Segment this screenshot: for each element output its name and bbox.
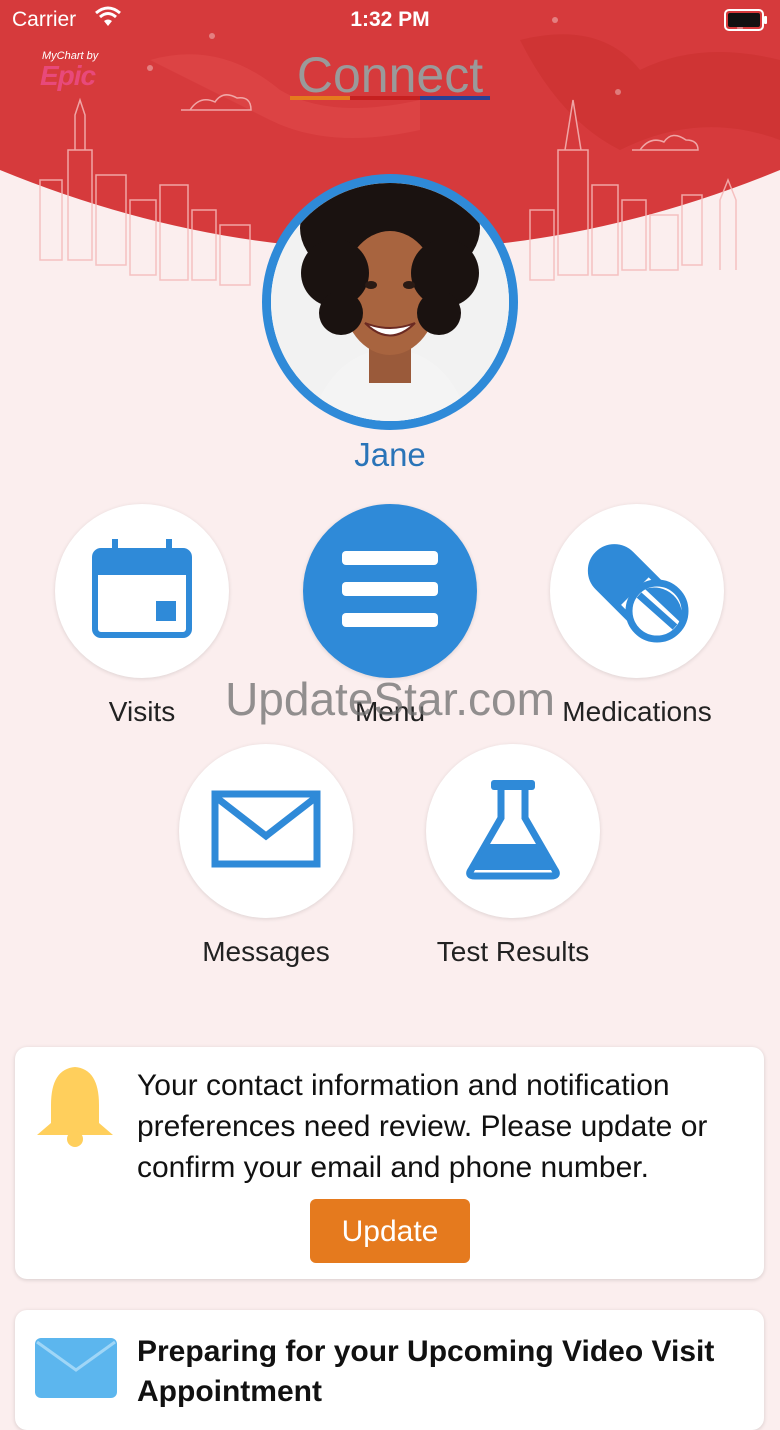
time-label: 1:32 PM (350, 8, 430, 31)
menu-label: Menu (354, 696, 426, 727)
messages-button[interactable] (179, 744, 353, 918)
status-bar: Carrier 1:32 PM (0, 0, 780, 40)
profile-photo[interactable] (262, 174, 518, 430)
patient-name: Jane (354, 436, 426, 473)
contact-review-message: Your contact information and notificatio… (137, 1069, 708, 1184)
medications-button[interactable] (550, 504, 724, 678)
menu-icon (340, 547, 440, 636)
visits-button[interactable] (55, 504, 229, 678)
contact-review-card: Your contact information and notificatio… (15, 1047, 764, 1279)
update-button[interactable]: Update (310, 1199, 470, 1263)
test-results-label: Test Results (436, 936, 590, 967)
bell-icon (33, 1065, 117, 1152)
menu-button[interactable] (303, 504, 477, 678)
visits-label: Visits (108, 696, 176, 727)
messages-label: Messages (202, 936, 330, 967)
medications-label: Medications (562, 696, 712, 727)
flask-icon (463, 778, 563, 885)
video-visit-heading: Preparing for your Upcoming Video Visit … (137, 1335, 715, 1408)
mail-icon (35, 1338, 117, 1403)
person-portrait (271, 183, 509, 421)
test-results-button[interactable] (426, 744, 600, 918)
battery-icon (724, 9, 768, 37)
avatar (271, 183, 509, 421)
brand-underline (290, 96, 490, 100)
pill-icon (581, 533, 693, 650)
envelope-icon (211, 790, 321, 873)
calendar-icon (90, 537, 194, 646)
video-visit-card[interactable]: Preparing for your Upcoming Video Visit … (15, 1310, 764, 1430)
